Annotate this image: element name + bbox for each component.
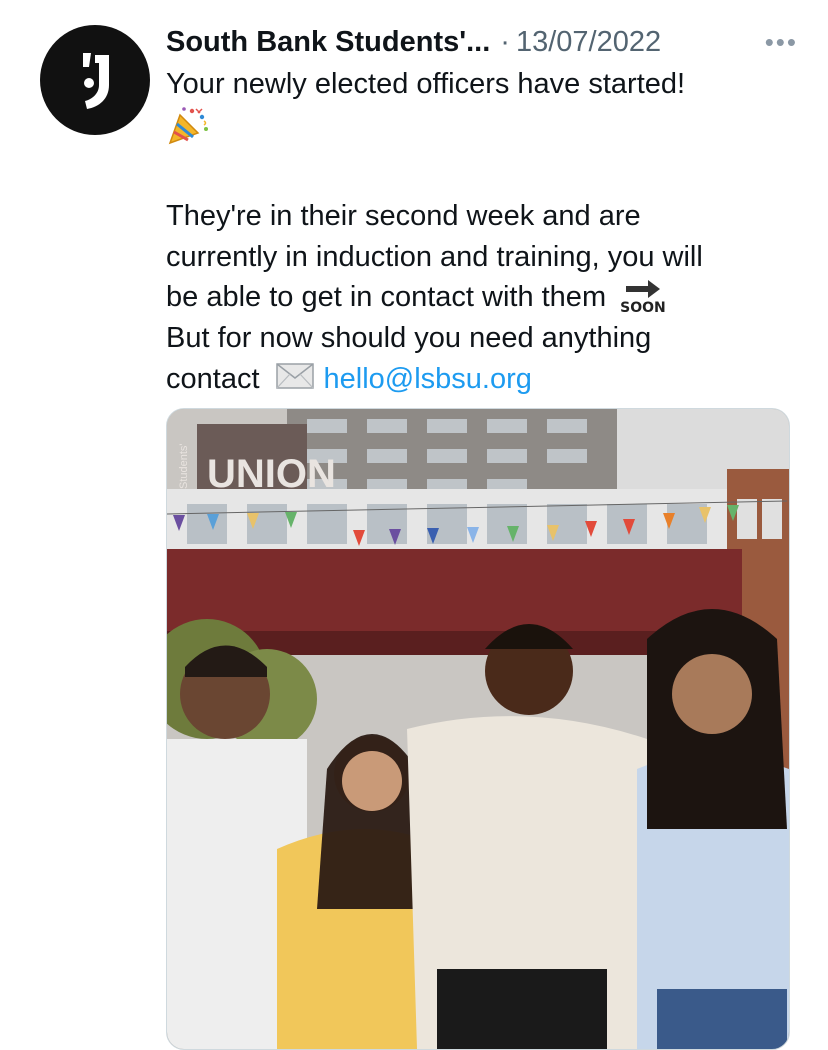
soon-line: be able to get in contact with them SOON bbox=[166, 277, 806, 318]
envelope-icon bbox=[275, 360, 314, 401]
soon-arrow-icon: SOON bbox=[620, 278, 666, 318]
tweet-line: contact bbox=[166, 362, 260, 395]
more-options-icon[interactable]: ••• bbox=[765, 24, 798, 60]
email-link[interactable]: hello@lsbsu.org bbox=[324, 363, 532, 395]
party-popper-icon bbox=[166, 105, 210, 157]
avatar[interactable] bbox=[40, 25, 150, 135]
tweet-line: be able to get in contact with them bbox=[166, 281, 607, 313]
tweet-text: Your newly elected officers have started… bbox=[166, 64, 806, 400]
soon-label: SOON bbox=[620, 300, 666, 317]
contact-line: contact hello@lsbsu.org bbox=[166, 359, 806, 401]
lsbsu-logo-icon bbox=[83, 53, 109, 109]
tweet-line: But for now should you need anything bbox=[166, 322, 652, 355]
party-line bbox=[166, 105, 806, 157]
tweet-line: They're in their second week and are bbox=[166, 200, 641, 232]
tweet-line: Your newly elected officers have started… bbox=[166, 68, 686, 100]
author-name[interactable]: South Bank Students'... bbox=[166, 24, 490, 60]
tweet-image[interactable]: UNION Students' bbox=[166, 408, 790, 1050]
tweet-line: currently in induction and training, you… bbox=[166, 240, 703, 273]
header-separator: · bbox=[500, 26, 510, 58]
union-sign-vertical-text: Students' bbox=[178, 443, 190, 489]
photo-illustration: UNION Students' bbox=[167, 409, 789, 1049]
tweet-date[interactable]: 13/07/2022 bbox=[516, 24, 661, 60]
tweet-header: South Bank Students'... · 13/07/2022 ••• bbox=[166, 22, 798, 62]
